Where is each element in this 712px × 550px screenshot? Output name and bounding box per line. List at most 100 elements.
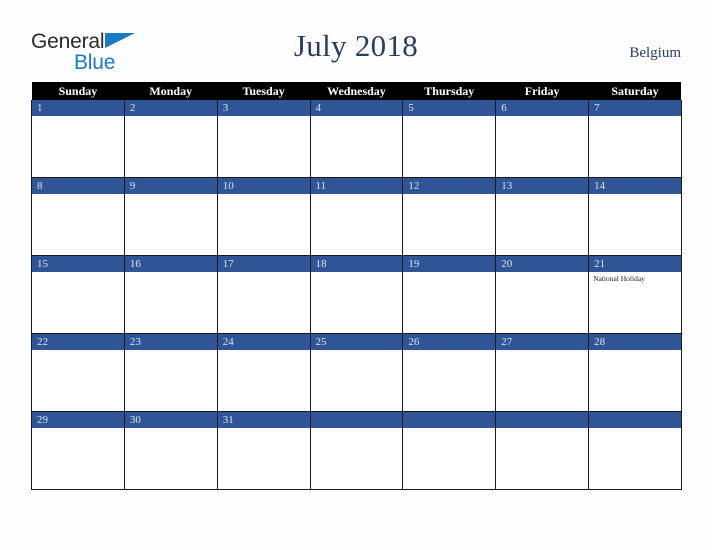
day-number: 27 bbox=[496, 334, 589, 350]
day-number: 9 bbox=[124, 178, 217, 194]
day-cell-inner: 21 National Holiday bbox=[589, 256, 681, 333]
day-number: 22 bbox=[32, 334, 124, 350]
day-number: 14 bbox=[589, 178, 681, 194]
calendar-day-cell[interactable]: 25 bbox=[309, 333, 404, 412]
day-cell-inner: 12 bbox=[403, 178, 496, 255]
calendar-page: General Blue July 2018 Belgium Sunday Mo… bbox=[0, 0, 712, 550]
day-number: 20 bbox=[496, 256, 589, 272]
day-number: 2 bbox=[124, 100, 217, 116]
calendar-day-cell[interactable]: 8 bbox=[31, 177, 125, 256]
day-number: 18 bbox=[310, 256, 403, 272]
weekday-header-wednesday: Wednesday bbox=[310, 82, 403, 100]
day-cell-inner: 1 bbox=[32, 100, 124, 177]
calendar-table: Sunday Monday Tuesday Wednesday Thursday… bbox=[31, 82, 682, 490]
calendar-day-cell[interactable]: 26 bbox=[402, 333, 497, 412]
day-number: 24 bbox=[217, 334, 310, 350]
calendar-day-cell[interactable]: 3 bbox=[216, 100, 311, 178]
weekday-header-saturday: Saturday bbox=[588, 82, 682, 100]
calendar-day-cell[interactable]: 11 bbox=[309, 177, 404, 256]
day-cell-inner: 13 bbox=[496, 178, 589, 255]
day-number: 5 bbox=[403, 100, 496, 116]
calendar-day-cell[interactable]: 17 bbox=[216, 255, 311, 334]
day-cell-inner: 20 bbox=[496, 256, 589, 333]
calendar-week-row: 8 9 10 11 12 13 14 bbox=[31, 177, 682, 256]
calendar-day-cell[interactable]: 28 bbox=[588, 333, 682, 412]
day-cell-inner: 5 bbox=[403, 100, 496, 177]
day-number: 23 bbox=[124, 334, 217, 350]
calendar-day-cell[interactable]: 18 bbox=[309, 255, 404, 334]
day-number: 10 bbox=[217, 178, 310, 194]
country-label: Belgium bbox=[629, 45, 681, 61]
weekday-header-monday: Monday bbox=[124, 82, 218, 100]
calendar-day-cell[interactable]: 29 bbox=[31, 411, 125, 490]
calendar-day-cell[interactable]: 6 bbox=[495, 100, 590, 178]
calendar-day-cell[interactable]: 30 bbox=[123, 411, 218, 490]
calendar-day-cell[interactable]: 15 bbox=[31, 255, 125, 334]
day-cell-inner: 27 bbox=[496, 334, 589, 411]
day-number: 1 bbox=[32, 100, 124, 116]
calendar-day-cell[interactable]: 20 bbox=[495, 255, 590, 334]
calendar-day-cell[interactable]: 22 bbox=[31, 333, 125, 412]
calendar-day-cell[interactable] bbox=[309, 411, 404, 490]
day-cell-inner: 31 bbox=[217, 412, 310, 489]
day-number: 26 bbox=[403, 334, 496, 350]
calendar-day-cell[interactable] bbox=[495, 411, 590, 490]
day-number: 30 bbox=[124, 412, 217, 428]
day-number: 4 bbox=[310, 100, 403, 116]
calendar-day-cell[interactable]: 2 bbox=[123, 100, 218, 178]
calendar-day-cell[interactable]: 31 bbox=[216, 411, 311, 490]
calendar-day-cell[interactable]: 12 bbox=[402, 177, 497, 256]
day-number: 8 bbox=[32, 178, 124, 194]
day-number: 7 bbox=[589, 100, 681, 116]
calendar-week-row: 15 16 17 18 19 20 21 National Holiday bbox=[31, 255, 682, 334]
calendar-day-cell[interactable]: 27 bbox=[495, 333, 590, 412]
day-cell-inner bbox=[310, 412, 403, 489]
day-number: 13 bbox=[496, 178, 589, 194]
day-cell-inner: 3 bbox=[217, 100, 310, 177]
day-number-blank bbox=[589, 412, 681, 428]
day-number: 6 bbox=[496, 100, 589, 116]
calendar-day-cell[interactable]: 7 bbox=[588, 100, 682, 178]
day-cell-inner: 2 bbox=[124, 100, 217, 177]
day-cell-inner: 26 bbox=[403, 334, 496, 411]
calendar-day-cell[interactable]: 14 bbox=[588, 177, 682, 256]
calendar-day-cell[interactable] bbox=[588, 411, 682, 490]
weekday-header-sunday: Sunday bbox=[31, 82, 125, 100]
calendar-day-cell[interactable]: 13 bbox=[495, 177, 590, 256]
calendar-week-row: 29 30 31 bbox=[31, 411, 682, 490]
day-number-blank bbox=[496, 412, 589, 428]
page-title: July 2018 bbox=[293, 28, 419, 63]
calendar-day-cell[interactable]: 10 bbox=[216, 177, 311, 256]
day-number-blank bbox=[310, 412, 403, 428]
day-number: 3 bbox=[217, 100, 310, 116]
weekday-header-thursday: Thursday bbox=[402, 82, 496, 100]
calendar-week-row: 22 23 24 25 26 27 28 bbox=[31, 333, 682, 412]
day-cell-inner: 9 bbox=[124, 178, 217, 255]
calendar-day-cell[interactable]: 21 National Holiday bbox=[588, 255, 682, 334]
day-number: 29 bbox=[32, 412, 124, 428]
day-number: 12 bbox=[403, 178, 496, 194]
day-number: 28 bbox=[589, 334, 681, 350]
calendar-day-cell[interactable]: 1 bbox=[31, 100, 125, 178]
calendar-day-cell[interactable]: 19 bbox=[402, 255, 497, 334]
day-number: 21 bbox=[589, 256, 681, 272]
calendar-body: 1 2 3 4 5 6 7 8 9 10 11 12 13 14 15 16 17 18 19 20 21 Nationa… bbox=[31, 100, 682, 490]
day-cell-inner: 18 bbox=[310, 256, 403, 333]
calendar-day-cell[interactable] bbox=[402, 411, 497, 490]
calendar-day-cell[interactable]: 9 bbox=[123, 177, 218, 256]
day-cell-inner bbox=[589, 412, 681, 489]
calendar-day-cell[interactable]: 16 bbox=[123, 255, 218, 334]
day-cell-inner: 7 bbox=[589, 100, 681, 177]
calendar-day-cell[interactable]: 23 bbox=[123, 333, 218, 412]
calendar-day-cell[interactable]: 4 bbox=[309, 100, 404, 178]
day-number: 11 bbox=[310, 178, 403, 194]
weekday-header-friday: Friday bbox=[495, 82, 589, 100]
calendar-day-cell[interactable]: 5 bbox=[402, 100, 497, 178]
day-number: 16 bbox=[124, 256, 217, 272]
day-cell-inner: 29 bbox=[32, 412, 124, 489]
day-cell-inner: 19 bbox=[403, 256, 496, 333]
calendar-day-cell[interactable]: 24 bbox=[216, 333, 311, 412]
day-cell-inner bbox=[403, 412, 496, 489]
day-cell-inner: 10 bbox=[217, 178, 310, 255]
day-cell-inner: 4 bbox=[310, 100, 403, 177]
